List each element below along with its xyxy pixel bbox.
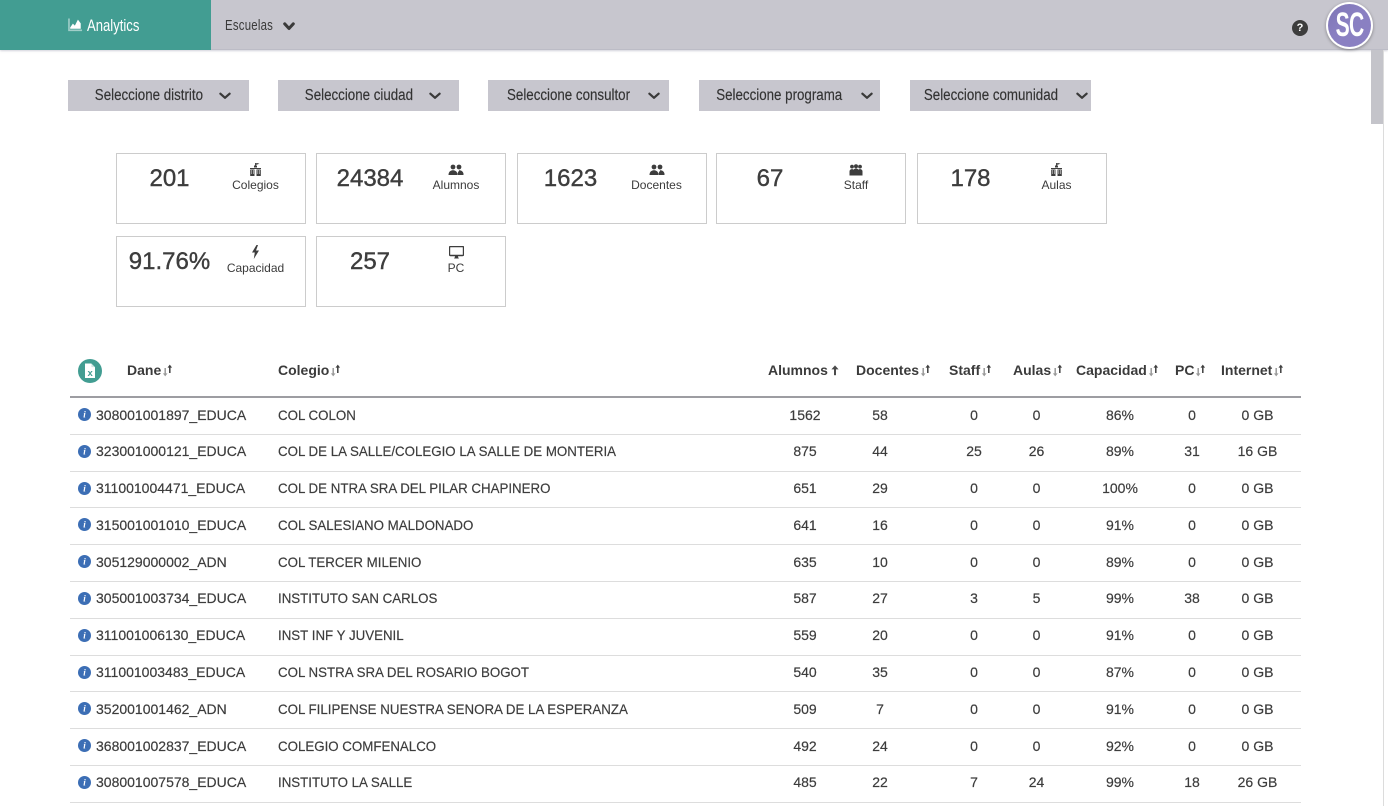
svg-text:x: x xyxy=(87,368,93,379)
